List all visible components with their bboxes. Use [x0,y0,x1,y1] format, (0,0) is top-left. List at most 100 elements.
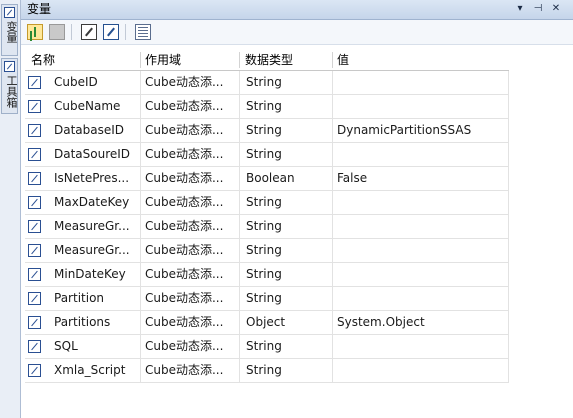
variable-name-cell[interactable]: Xmla_Script [54,363,139,377]
variable-name-cell[interactable]: MinDateKey [54,267,139,281]
variable-scope-cell[interactable]: Cube动态添... [145,123,235,137]
variable-icon [28,292,41,305]
variable-icon [28,124,41,137]
variable-name-cell[interactable]: IsNetePres... [54,171,139,185]
variable-row[interactable]: SQL Cube动态添... String [25,335,509,359]
variable-data-type-cell[interactable]: String [246,339,334,353]
variable-scope-cell[interactable]: Cube动态添... [145,147,235,161]
variable-value-cell[interactable]: False [337,171,507,185]
add-variable-icon[interactable] [27,24,43,40]
variable-name-cell[interactable]: DataSoureID [54,147,139,161]
variable-data-type-cell[interactable]: String [246,363,334,377]
variable-data-type-cell[interactable]: String [246,219,334,233]
variable-scope-cell[interactable]: Cube动态添... [145,195,235,209]
column-divider[interactable] [140,52,141,68]
variable-data-type-cell[interactable]: String [246,99,334,113]
variable-name-cell[interactable]: MeasureGr... [54,219,139,233]
side-tab-toolbox[interactable]: 工具箱 [1,58,18,114]
window-position-dropdown-icon[interactable]: ▾ [514,3,526,15]
variable-scope-cell[interactable]: Cube动态添... [145,243,235,257]
side-tab-toolbox-label: 工具箱 [5,75,18,108]
variable-scope-cell[interactable]: Cube动态添... [145,315,235,329]
variable-row[interactable]: Xmla_Script Cube动态添... String [25,359,509,383]
cell-divider [332,167,333,190]
variable-scope-cell[interactable]: Cube动态添... [145,171,235,185]
variable-name-cell[interactable]: Partition [54,291,139,305]
variable-scope-cell[interactable]: Cube动态添... [145,363,235,377]
variable-scope-cell[interactable]: Cube动态添... [145,291,235,305]
variable-name-cell[interactable]: MeasureGr... [54,243,139,257]
cell-divider [332,335,333,358]
variable-scope-cell[interactable]: Cube动态添... [145,99,235,113]
variable-name-cell[interactable]: DatabaseID [54,123,139,137]
show-system-variables-icon[interactable] [81,24,97,40]
variable-data-type-cell[interactable]: String [246,291,334,305]
cell-divider [508,239,509,262]
variable-scope-cell[interactable]: Cube动态添... [145,267,235,281]
variable-row[interactable]: DataSoureID Cube动态添... String [25,143,509,167]
cell-divider [239,95,240,118]
choose-columns-icon[interactable] [135,24,151,40]
variable-value-cell[interactable]: DynamicPartitionSSAS [337,123,507,137]
close-icon[interactable]: ✕ [550,3,562,15]
variable-data-type-cell[interactable]: String [246,195,334,209]
toolbar-separator [125,24,126,40]
delete-variable-icon[interactable] [49,24,65,40]
variable-scope-cell[interactable]: Cube动态添... [145,75,235,89]
show-all-variables-icon[interactable] [103,24,119,40]
cell-divider [508,287,509,310]
grid-header: 名称 作用域 数据类型 值 [25,50,509,71]
cell-divider [140,335,141,358]
variable-name-cell[interactable]: SQL [54,339,139,353]
variable-name-cell[interactable]: MaxDateKey [54,195,139,209]
column-divider[interactable] [239,52,240,68]
cell-divider [508,119,509,142]
variable-row[interactable]: MaxDateKey Cube动态添... String [25,191,509,215]
cell-divider [239,335,240,358]
cell-divider [508,335,509,358]
cell-divider [508,167,509,190]
variable-row[interactable]: DatabaseID Cube动态添... String DynamicPartiti… [25,119,509,143]
cell-divider [140,167,141,190]
variable-name-cell[interactable]: CubeID [54,75,139,89]
variable-icon [28,340,41,353]
variable-data-type-cell[interactable]: String [246,147,334,161]
variable-row[interactable]: CubeName Cube动态添... String [25,95,509,119]
variable-data-type-cell[interactable]: String [246,243,334,257]
cell-divider [508,359,509,382]
cell-divider [332,239,333,262]
cell-divider [140,263,141,286]
auto-hide-pin-icon[interactable]: ⊣ [532,3,544,15]
cell-divider [239,359,240,382]
variable-data-type-cell[interactable]: String [246,267,334,281]
variable-row[interactable]: Partition Cube动态添... String [25,287,509,311]
variable-row[interactable]: IsNetePres... Cube动态添... Boolean False [25,167,509,191]
column-header-value[interactable]: 值 [337,53,349,67]
column-header-name[interactable]: 名称 [31,53,55,67]
column-header-data-type[interactable]: 数据类型 [245,53,293,67]
cell-divider [140,143,141,166]
variable-row[interactable]: MeasureGr... Cube动态添... String [25,215,509,239]
variable-scope-cell[interactable]: Cube动态添... [145,219,235,233]
cell-divider [332,119,333,142]
variable-value-cell[interactable]: System.Object [337,315,507,329]
variable-data-type-cell[interactable]: Boolean [246,171,334,185]
variable-name-cell[interactable]: CubeName [54,99,139,113]
variable-data-type-cell[interactable]: String [246,75,334,89]
side-tab-variables[interactable]: 变量 [1,4,18,56]
variable-icon [28,100,41,113]
variable-row[interactable]: Partitions Cube动态添... Object System.Object [25,311,509,335]
variable-row[interactable]: CubeID Cube动态添... String [25,71,509,95]
column-header-scope[interactable]: 作用域 [145,53,181,67]
cell-divider [332,311,333,334]
panel-toolbar [21,20,573,45]
variable-data-type-cell[interactable]: String [246,123,334,137]
variable-row[interactable]: MinDateKey Cube动态添... String [25,263,509,287]
side-tab-variables-label: 变量 [5,21,18,43]
variable-data-type-cell[interactable]: Object [246,315,334,329]
variable-scope-cell[interactable]: Cube动态添... [145,339,235,353]
variable-name-cell[interactable]: Partitions [54,315,139,329]
cell-divider [332,191,333,214]
variable-row[interactable]: MeasureGr... Cube动态添... String [25,239,509,263]
column-divider[interactable] [332,52,333,68]
